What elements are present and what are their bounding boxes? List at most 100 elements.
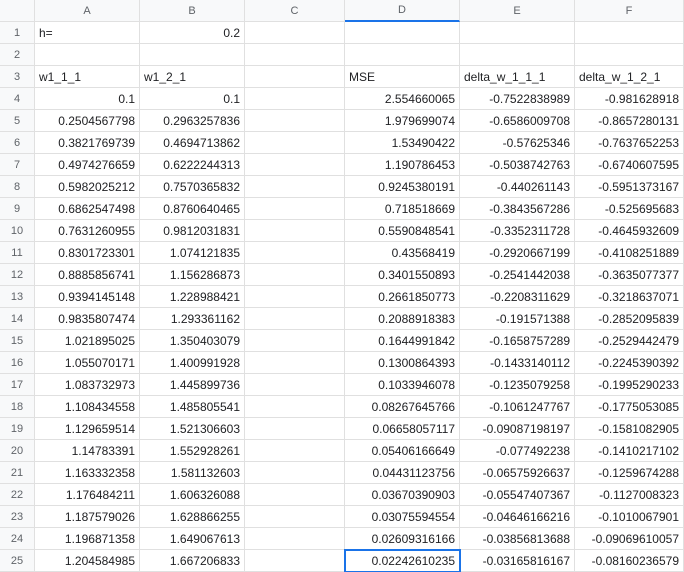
cell-C2[interactable] <box>245 44 345 66</box>
cell-F14[interactable]: -0.2852095839 <box>575 308 684 330</box>
row-header-12[interactable]: 12 <box>0 264 35 286</box>
cell-B13[interactable]: 1.228988421 <box>140 286 245 308</box>
cell-A9[interactable]: 0.6862547498 <box>35 198 140 220</box>
cell-C12[interactable] <box>245 264 345 286</box>
cell-B24[interactable]: 1.649067613 <box>140 528 245 550</box>
cell-B7[interactable]: 0.6222244313 <box>140 154 245 176</box>
cell-A17[interactable]: 1.083732973 <box>35 374 140 396</box>
cell-D21[interactable]: 0.04431123756 <box>345 462 460 484</box>
cell-C21[interactable] <box>245 462 345 484</box>
cell-E17[interactable]: -0.1235079258 <box>460 374 575 396</box>
row-header-1[interactable]: 1 <box>0 22 35 44</box>
cell-A16[interactable]: 1.055070171 <box>35 352 140 374</box>
cell-E13[interactable]: -0.2208311629 <box>460 286 575 308</box>
cell-D17[interactable]: 0.1033946078 <box>345 374 460 396</box>
cell-A19[interactable]: 1.129659514 <box>35 418 140 440</box>
cell-D7[interactable]: 1.190786453 <box>345 154 460 176</box>
cell-C23[interactable] <box>245 506 345 528</box>
cell-F7[interactable]: -0.6740607595 <box>575 154 684 176</box>
cell-F1[interactable] <box>575 22 684 44</box>
cell-D16[interactable]: 0.1300864393 <box>345 352 460 374</box>
cell-F9[interactable]: -0.525695683 <box>575 198 684 220</box>
cell-F18[interactable]: -0.1775053085 <box>575 396 684 418</box>
cell-B8[interactable]: 0.7570365832 <box>140 176 245 198</box>
cell-C25[interactable] <box>245 550 345 572</box>
cell-F8[interactable]: -0.5951373167 <box>575 176 684 198</box>
cell-F11[interactable]: -0.4108251889 <box>575 242 684 264</box>
row-header-25[interactable]: 25 <box>0 550 35 572</box>
cell-D10[interactable]: 0.5590848541 <box>345 220 460 242</box>
row-header-8[interactable]: 8 <box>0 176 35 198</box>
row-header-14[interactable]: 14 <box>0 308 35 330</box>
cell-A4[interactable]: 0.1 <box>35 88 140 110</box>
cell-F22[interactable]: -0.1127008323 <box>575 484 684 506</box>
cell-E21[interactable]: -0.06575926637 <box>460 462 575 484</box>
row-header-19[interactable]: 19 <box>0 418 35 440</box>
cell-F5[interactable]: -0.8657280131 <box>575 110 684 132</box>
cell-C15[interactable] <box>245 330 345 352</box>
cell-B20[interactable]: 1.552928261 <box>140 440 245 462</box>
cell-D23[interactable]: 0.03075594554 <box>345 506 460 528</box>
column-header-A[interactable]: A <box>35 0 140 22</box>
cell-C1[interactable] <box>245 22 345 44</box>
cell-A6[interactable]: 0.3821769739 <box>35 132 140 154</box>
cell-F10[interactable]: -0.4645932609 <box>575 220 684 242</box>
cell-E10[interactable]: -0.3352311728 <box>460 220 575 242</box>
row-header-17[interactable]: 17 <box>0 374 35 396</box>
cell-F13[interactable]: -0.3218637071 <box>575 286 684 308</box>
cell-F25[interactable]: -0.08160236579 <box>575 550 684 572</box>
cell-B16[interactable]: 1.400991928 <box>140 352 245 374</box>
cell-B21[interactable]: 1.581132603 <box>140 462 245 484</box>
cell-A23[interactable]: 1.187579026 <box>35 506 140 528</box>
cell-D12[interactable]: 0.3401550893 <box>345 264 460 286</box>
cell-E9[interactable]: -0.3843567286 <box>460 198 575 220</box>
cell-A2[interactable] <box>35 44 140 66</box>
cell-C7[interactable] <box>245 154 345 176</box>
cell-A7[interactable]: 0.4974276659 <box>35 154 140 176</box>
cell-C19[interactable] <box>245 418 345 440</box>
cell-F20[interactable]: -0.1410217102 <box>575 440 684 462</box>
cell-B17[interactable]: 1.445899736 <box>140 374 245 396</box>
cell-A3[interactable]: w1_1_1 <box>35 66 140 88</box>
column-header-F[interactable]: F <box>575 0 684 22</box>
cell-F6[interactable]: -0.7637652253 <box>575 132 684 154</box>
cell-C6[interactable] <box>245 132 345 154</box>
row-header-16[interactable]: 16 <box>0 352 35 374</box>
cell-E12[interactable]: -0.2541442038 <box>460 264 575 286</box>
row-header-5[interactable]: 5 <box>0 110 35 132</box>
cell-A15[interactable]: 1.021895025 <box>35 330 140 352</box>
cell-F24[interactable]: -0.09069610057 <box>575 528 684 550</box>
cell-B4[interactable]: 0.1 <box>140 88 245 110</box>
cell-A1[interactable]: h= <box>35 22 140 44</box>
row-header-4[interactable]: 4 <box>0 88 35 110</box>
row-header-9[interactable]: 9 <box>0 198 35 220</box>
cell-F16[interactable]: -0.2245390392 <box>575 352 684 374</box>
cell-E22[interactable]: -0.05547407367 <box>460 484 575 506</box>
cell-F2[interactable] <box>575 44 684 66</box>
cell-F17[interactable]: -0.1995290233 <box>575 374 684 396</box>
cell-B9[interactable]: 0.8760640465 <box>140 198 245 220</box>
cell-C14[interactable] <box>245 308 345 330</box>
cell-D24[interactable]: 0.02609316166 <box>345 528 460 550</box>
cell-E6[interactable]: -0.57625346 <box>460 132 575 154</box>
row-header-20[interactable]: 20 <box>0 440 35 462</box>
cell-C8[interactable] <box>245 176 345 198</box>
corner-cell[interactable] <box>0 0 35 22</box>
cell-E7[interactable]: -0.5038742763 <box>460 154 575 176</box>
cell-B18[interactable]: 1.485805541 <box>140 396 245 418</box>
cell-B10[interactable]: 0.9812031831 <box>140 220 245 242</box>
cell-A22[interactable]: 1.176484211 <box>35 484 140 506</box>
cell-D3[interactable]: MSE <box>345 66 460 88</box>
cell-E4[interactable]: -0.7522838989 <box>460 88 575 110</box>
cell-E1[interactable] <box>460 22 575 44</box>
cell-A10[interactable]: 0.7631260955 <box>35 220 140 242</box>
cell-C9[interactable] <box>245 198 345 220</box>
cell-E8[interactable]: -0.440261143 <box>460 176 575 198</box>
cell-C24[interactable] <box>245 528 345 550</box>
cell-E16[interactable]: -0.1433140112 <box>460 352 575 374</box>
row-header-18[interactable]: 18 <box>0 396 35 418</box>
cell-D19[interactable]: 0.06658057117 <box>345 418 460 440</box>
cell-D8[interactable]: 0.9245380191 <box>345 176 460 198</box>
cell-B1[interactable]: 0.2 <box>140 22 245 44</box>
spreadsheet-grid[interactable]: ABCDEF1h=0.223w1_1_1w1_2_1MSEdelta_w_1_1… <box>0 0 684 572</box>
